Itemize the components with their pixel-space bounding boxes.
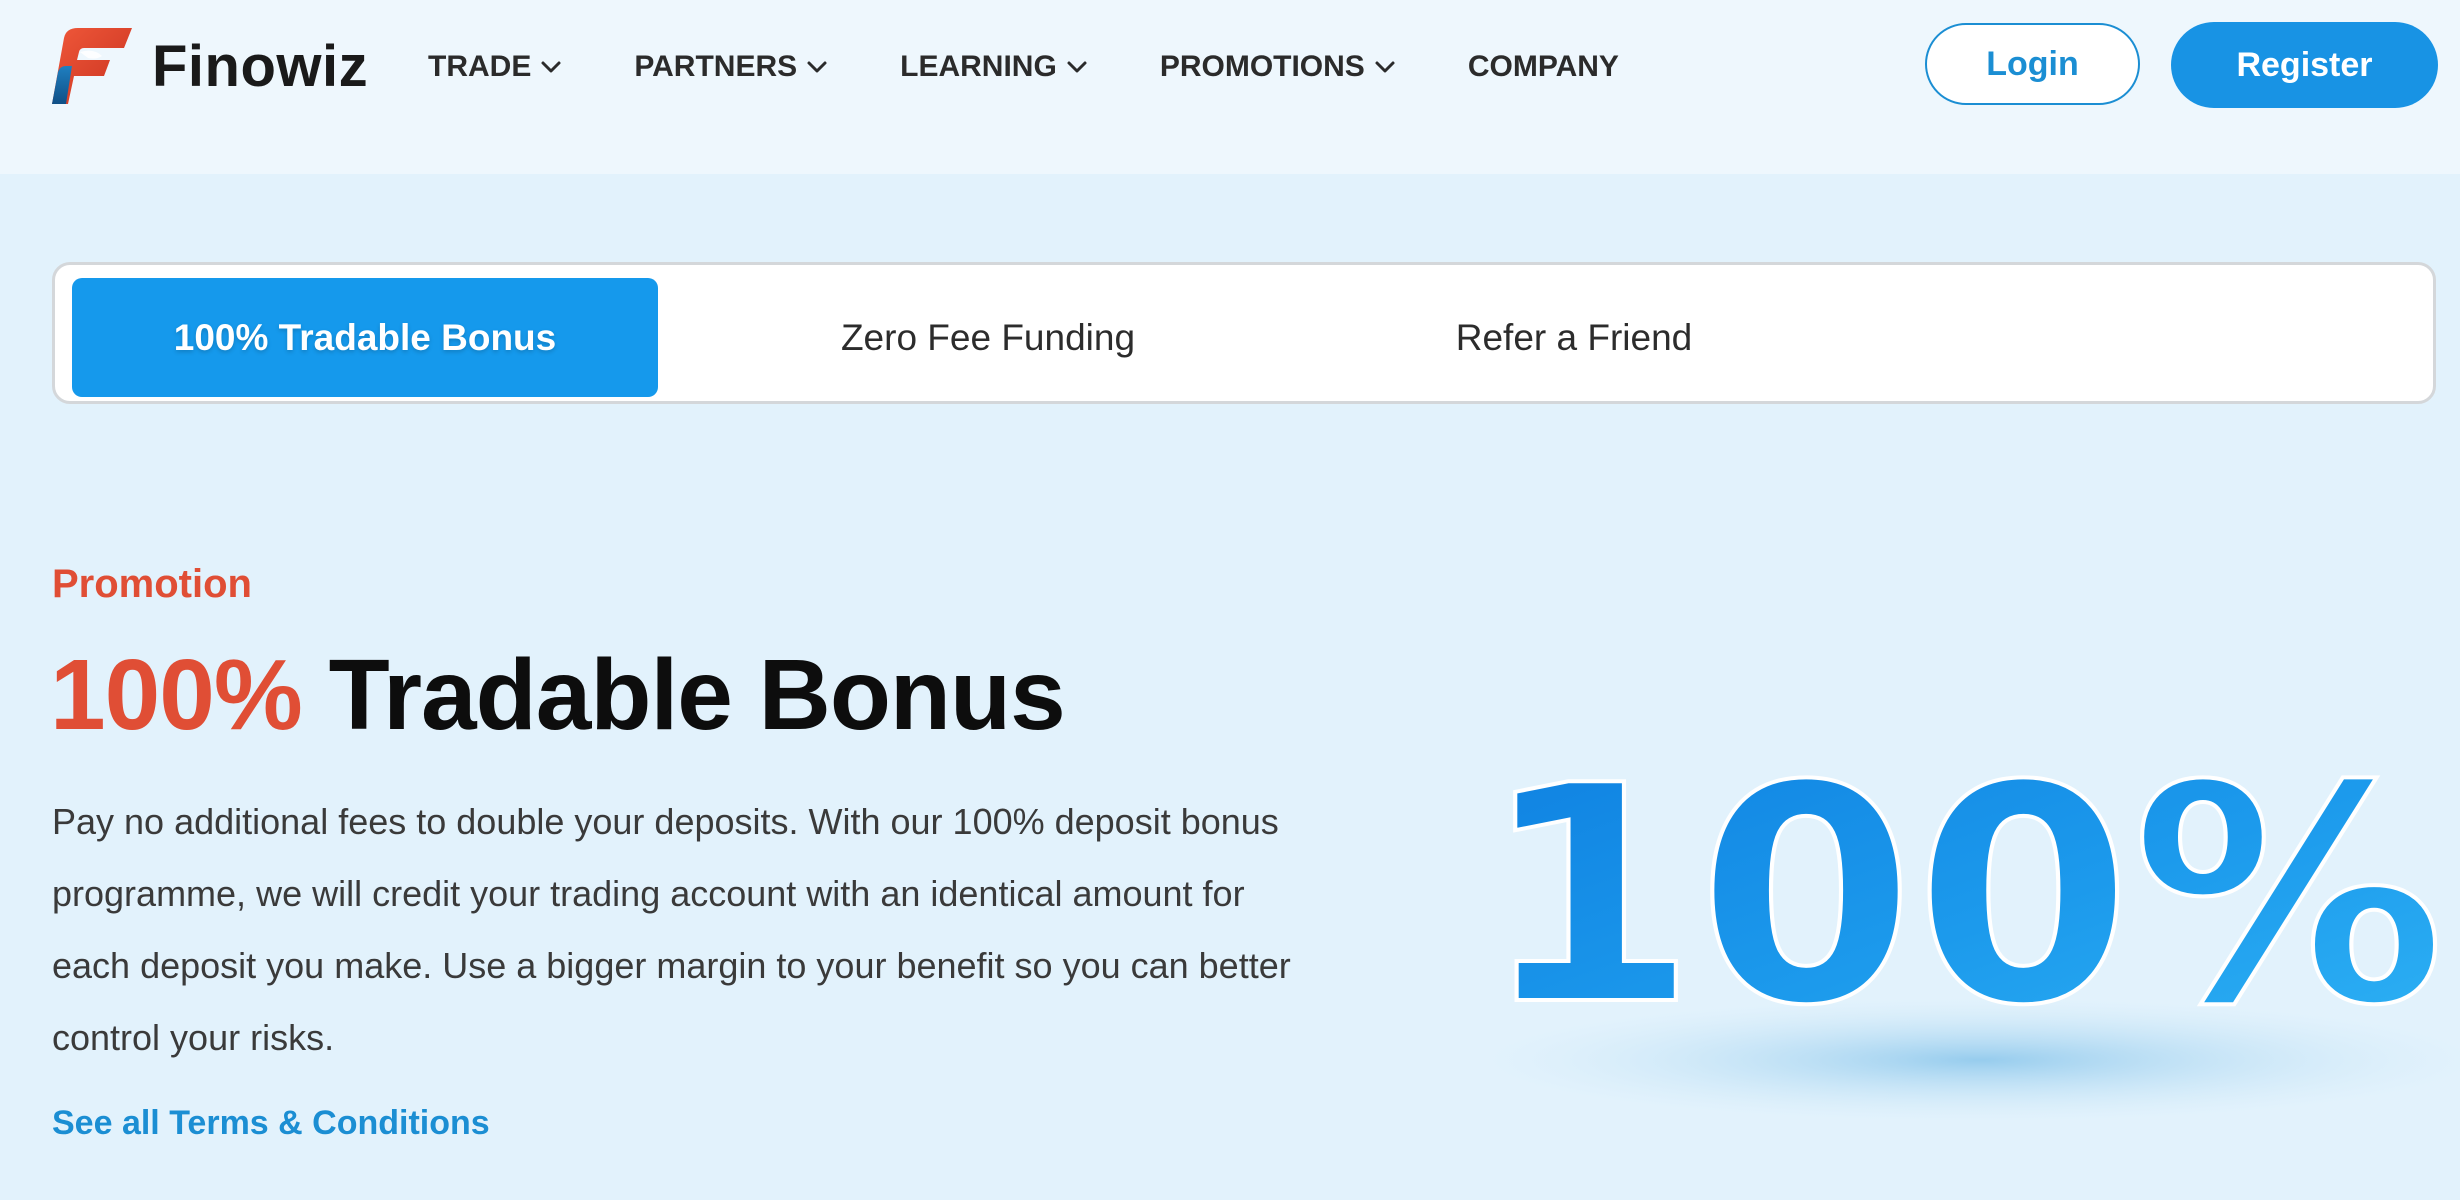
graphic-text: 100% — [1480, 722, 2445, 1071]
nav-item-company[interactable]: COMPANY — [1468, 44, 1619, 90]
site-header: Finowiz TRADE PARTNERS LEARNING PROMOTIO… — [0, 0, 2460, 174]
nav-item-label: TRADE — [428, 50, 532, 83]
nav-item-label: COMPANY — [1467, 50, 1619, 83]
nav-item-label: PARTNERS — [634, 50, 798, 83]
finowiz-logo-icon — [52, 28, 132, 104]
nav-item-learning[interactable]: LEARNING — [900, 44, 1089, 90]
nav-item-promotions[interactable]: PROMOTIONS — [1160, 44, 1397, 90]
promotion-tabs: 100% Tradable Bonus Zero Fee Funding Ref… — [52, 262, 2436, 404]
brand-logo[interactable]: Finowiz — [50, 26, 368, 106]
hundred-percent-graphic: 100% — [1460, 660, 2460, 1200]
tab-tradable-bonus[interactable]: 100% Tradable Bonus — [72, 278, 658, 397]
page-title: 100% Tradable Bonus — [50, 638, 1066, 753]
nav-item-trade[interactable]: TRADE — [428, 44, 563, 90]
brand-name: Finowiz — [152, 33, 369, 99]
login-button[interactable]: Login — [1925, 23, 2140, 105]
nav-item-partners[interactable]: PARTNERS — [634, 44, 829, 90]
register-button[interactable]: Register — [2171, 22, 2438, 108]
chevron-down-icon — [1375, 61, 1395, 73]
main-nav: TRADE PARTNERS LEARNING PROMOTIONS COMPA… — [428, 44, 1690, 90]
chevron-down-icon — [807, 61, 827, 73]
section-eyebrow: Promotion — [52, 562, 252, 606]
title-accent: 100% — [50, 639, 303, 751]
tab-zero-fee-funding[interactable]: Zero Fee Funding — [695, 278, 1281, 397]
tab-refer-a-friend[interactable]: Refer a Friend — [1281, 278, 1867, 397]
title-rest: Tradable Bonus — [328, 639, 1066, 751]
nav-item-label: LEARNING — [900, 50, 1057, 83]
chevron-down-icon — [541, 61, 561, 73]
hero-description: Pay no additional fees to double your de… — [52, 801, 1291, 1058]
chevron-down-icon — [1067, 61, 1087, 73]
nav-item-label: PROMOTIONS — [1159, 50, 1365, 83]
terms-link[interactable]: See all Terms & Conditions — [52, 1104, 490, 1143]
